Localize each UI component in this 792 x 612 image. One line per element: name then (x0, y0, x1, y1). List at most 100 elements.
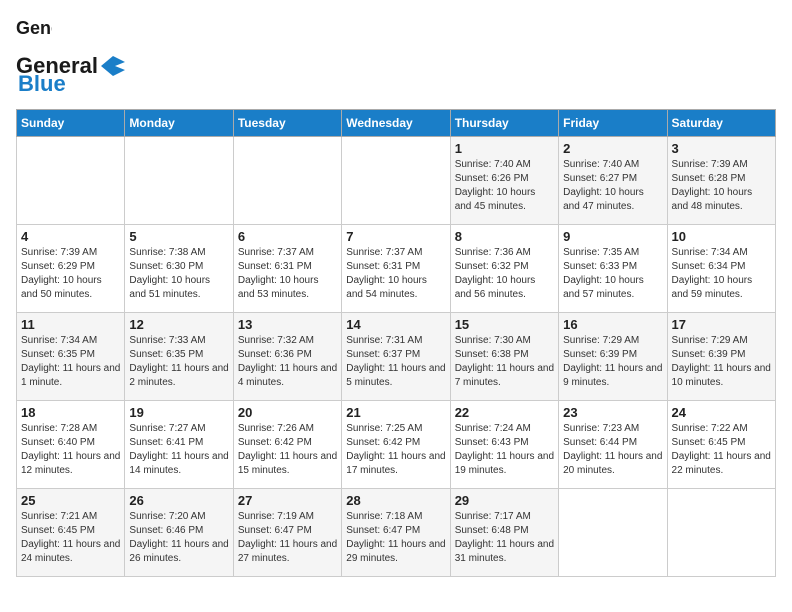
day-number: 5 (129, 229, 228, 244)
day-number: 1 (455, 141, 554, 156)
logo-blue: Blue (18, 71, 66, 97)
day-number: 13 (238, 317, 337, 332)
calendar-cell: 15 Sunrise: 7:30 AM Sunset: 6:38 PM Dayli… (450, 313, 558, 401)
calendar-cell: 6 Sunrise: 7:37 AM Sunset: 6:31 PM Daylig… (233, 225, 341, 313)
calendar-cell (125, 137, 233, 225)
calendar-cell (559, 489, 667, 577)
header-saturday: Saturday (667, 110, 775, 137)
header: General General Blue (16, 16, 776, 97)
day-content: Sunrise: 7:35 AM Sunset: 6:33 PM Dayligh… (563, 246, 662, 302)
header-thursday: Thursday (450, 110, 558, 137)
calendar-cell: 22Sunrise: 7:24 AM Sunset: 6:43 PM Dayli… (450, 401, 558, 489)
day-number: 16 (563, 317, 662, 332)
calendar-week-row: 18 Sunrise: 7:28 AM Sunset: 6:40 PM Dayli… (17, 401, 776, 489)
day-number: 7 (346, 229, 445, 244)
calendar-cell: 14 Sunrise: 7:31 AM Sunset: 6:37 PM Dayli… (342, 313, 450, 401)
calendar-cell: 18 Sunrise: 7:28 AM Sunset: 6:40 PM Dayli… (17, 401, 125, 489)
calendar-cell: 25 Sunrise: 7:21 AM Sunset: 6:45 PM Dayli… (17, 489, 125, 577)
day-content: Sunrise: 7:21 AM Sunset: 6:45 PM Dayligh… (21, 510, 120, 566)
day-number: 6 (238, 229, 337, 244)
calendar-cell: 12 Sunrise: 7:33 AM Sunset: 6:35 PM Dayli… (125, 313, 233, 401)
calendar-week-row: 11 Sunrise: 7:34 AM Sunset: 6:35 PM Dayli… (17, 313, 776, 401)
day-number: 4 (21, 229, 120, 244)
calendar-cell (342, 137, 450, 225)
calendar-week-row: 1 Sunrise: 7:40 AM Sunset: 6:26 PM Daylig… (17, 137, 776, 225)
day-content: Sunrise: 7:30 AM Sunset: 6:38 PM Dayligh… (455, 334, 554, 390)
calendar-cell: 28 Sunrise: 7:18 AM Sunset: 6:47 PM Dayli… (342, 489, 450, 577)
day-content: Sunrise: 7:31 AM Sunset: 6:37 PM Dayligh… (346, 334, 445, 390)
day-number: 14 (346, 317, 445, 332)
calendar-cell: 8Sunrise: 7:36 AM Sunset: 6:32 PM Daylig… (450, 225, 558, 313)
day-number: 28 (346, 493, 445, 508)
logo-bird-icon (101, 56, 125, 76)
calendar-cell: 24 Sunrise: 7:22 AM Sunset: 6:45 PM Dayli… (667, 401, 775, 489)
calendar-cell: 5 Sunrise: 7:38 AM Sunset: 6:30 PM Daylig… (125, 225, 233, 313)
calendar-table: SundayMondayTuesdayWednesdayThursdayFrid… (16, 109, 776, 577)
calendar-cell: 20 Sunrise: 7:26 AM Sunset: 6:42 PM Dayli… (233, 401, 341, 489)
day-content: Sunrise: 7:19 AM Sunset: 6:47 PM Dayligh… (238, 510, 337, 566)
day-content: Sunrise: 7:39 AM Sunset: 6:28 PM Dayligh… (672, 158, 771, 214)
calendar-cell: 23Sunrise: 7:23 AM Sunset: 6:44 PM Dayli… (559, 401, 667, 489)
calendar-cell: 26 Sunrise: 7:20 AM Sunset: 6:46 PM Dayli… (125, 489, 233, 577)
calendar-cell: 7 Sunrise: 7:37 AM Sunset: 6:31 PM Daylig… (342, 225, 450, 313)
header-friday: Friday (559, 110, 667, 137)
day-number: 8 (455, 229, 554, 244)
day-content: Sunrise: 7:17 AM Sunset: 6:48 PM Dayligh… (455, 510, 554, 566)
day-content: Sunrise: 7:38 AM Sunset: 6:30 PM Dayligh… (129, 246, 228, 302)
day-number: 26 (129, 493, 228, 508)
day-number: 18 (21, 405, 120, 420)
day-number: 15 (455, 317, 554, 332)
day-number: 24 (672, 405, 771, 420)
day-number: 17 (672, 317, 771, 332)
day-content: Sunrise: 7:26 AM Sunset: 6:42 PM Dayligh… (238, 422, 337, 478)
calendar-cell: 3 Sunrise: 7:39 AM Sunset: 6:28 PM Daylig… (667, 137, 775, 225)
header-monday: Monday (125, 110, 233, 137)
day-number: 23 (563, 405, 662, 420)
day-content: Sunrise: 7:34 AM Sunset: 6:34 PM Dayligh… (672, 246, 771, 302)
day-number: 9 (563, 229, 662, 244)
day-number: 12 (129, 317, 228, 332)
day-number: 22 (455, 405, 554, 420)
calendar-cell: 4 Sunrise: 7:39 AM Sunset: 6:29 PM Daylig… (17, 225, 125, 313)
day-number: 20 (238, 405, 337, 420)
day-content: Sunrise: 7:37 AM Sunset: 6:31 PM Dayligh… (346, 246, 445, 302)
day-content: Sunrise: 7:29 AM Sunset: 6:39 PM Dayligh… (563, 334, 662, 390)
day-content: Sunrise: 7:18 AM Sunset: 6:47 PM Dayligh… (346, 510, 445, 566)
calendar-cell: 19 Sunrise: 7:27 AM Sunset: 6:41 PM Dayli… (125, 401, 233, 489)
calendar-cell: 9 Sunrise: 7:35 AM Sunset: 6:33 PM Daylig… (559, 225, 667, 313)
calendar-header-row: SundayMondayTuesdayWednesdayThursdayFrid… (17, 110, 776, 137)
calendar-cell (17, 137, 125, 225)
calendar-cell: 17 Sunrise: 7:29 AM Sunset: 6:39 PM Dayli… (667, 313, 775, 401)
day-content: Sunrise: 7:28 AM Sunset: 6:40 PM Dayligh… (21, 422, 120, 478)
calendar-cell: 21 Sunrise: 7:25 AM Sunset: 6:42 PM Dayli… (342, 401, 450, 489)
header-tuesday: Tuesday (233, 110, 341, 137)
day-content: Sunrise: 7:25 AM Sunset: 6:42 PM Dayligh… (346, 422, 445, 478)
calendar-week-row: 25 Sunrise: 7:21 AM Sunset: 6:45 PM Dayli… (17, 489, 776, 577)
calendar-cell: 11 Sunrise: 7:34 AM Sunset: 6:35 PM Dayli… (17, 313, 125, 401)
day-number: 11 (21, 317, 120, 332)
calendar-cell (667, 489, 775, 577)
day-number: 27 (238, 493, 337, 508)
day-content: Sunrise: 7:33 AM Sunset: 6:35 PM Dayligh… (129, 334, 228, 390)
calendar-week-row: 4 Sunrise: 7:39 AM Sunset: 6:29 PM Daylig… (17, 225, 776, 313)
day-content: Sunrise: 7:20 AM Sunset: 6:46 PM Dayligh… (129, 510, 228, 566)
day-content: Sunrise: 7:27 AM Sunset: 6:41 PM Dayligh… (129, 422, 228, 478)
day-content: Sunrise: 7:34 AM Sunset: 6:35 PM Dayligh… (21, 334, 120, 390)
calendar-cell: 16 Sunrise: 7:29 AM Sunset: 6:39 PM Dayli… (559, 313, 667, 401)
calendar-cell: 13Sunrise: 7:32 AM Sunset: 6:36 PM Dayli… (233, 313, 341, 401)
day-content: Sunrise: 7:39 AM Sunset: 6:29 PM Dayligh… (21, 246, 120, 302)
day-content: Sunrise: 7:37 AM Sunset: 6:31 PM Dayligh… (238, 246, 337, 302)
day-content: Sunrise: 7:29 AM Sunset: 6:39 PM Dayligh… (672, 334, 771, 390)
day-number: 29 (455, 493, 554, 508)
day-content: Sunrise: 7:40 AM Sunset: 6:26 PM Dayligh… (455, 158, 554, 214)
calendar-cell: 1 Sunrise: 7:40 AM Sunset: 6:26 PM Daylig… (450, 137, 558, 225)
day-content: Sunrise: 7:22 AM Sunset: 6:45 PM Dayligh… (672, 422, 771, 478)
day-number: 19 (129, 405, 228, 420)
calendar-cell: 10 Sunrise: 7:34 AM Sunset: 6:34 PM Dayli… (667, 225, 775, 313)
logo-icon: General (16, 16, 52, 57)
day-number: 10 (672, 229, 771, 244)
day-number: 3 (672, 141, 771, 156)
day-number: 25 (21, 493, 120, 508)
calendar-cell: 27 Sunrise: 7:19 AM Sunset: 6:47 PM Dayli… (233, 489, 341, 577)
day-number: 21 (346, 405, 445, 420)
